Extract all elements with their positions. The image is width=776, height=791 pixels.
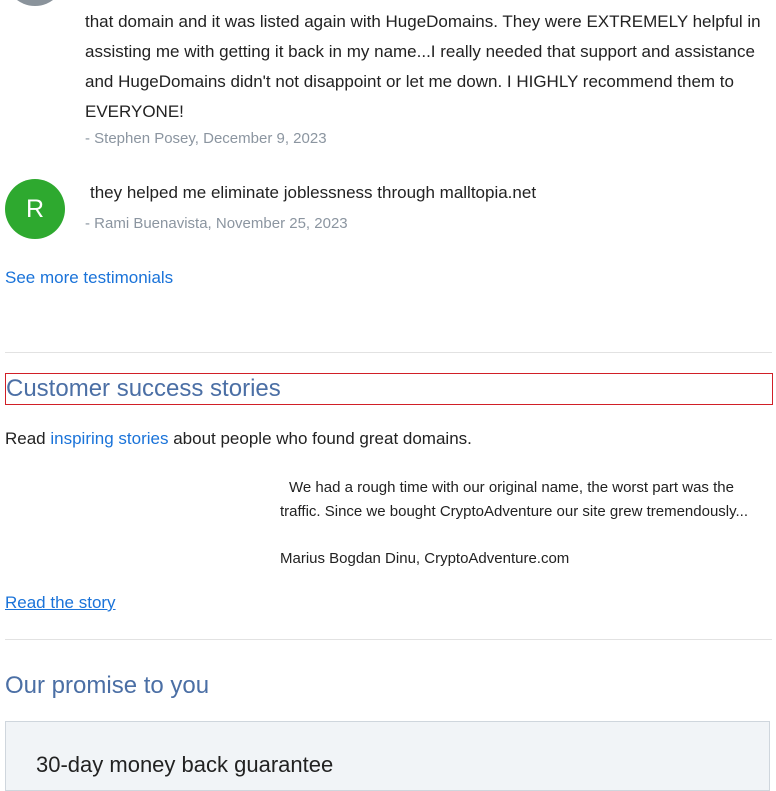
success-stories-heading: Customer success stories	[5, 373, 773, 405]
avatar: R	[5, 179, 65, 239]
quote-author: Marius Bogdan Dinu, CryptoAdventure.com	[280, 550, 570, 567]
guarantee-card: 30-day money back guarantee	[5, 721, 770, 791]
intro-suffix: about people who found great domains.	[168, 429, 472, 448]
promise-heading: Our promise to you	[5, 672, 210, 699]
testimonial-author: - Stephen Posey, December 9, 2023	[85, 130, 327, 147]
testimonial-text: that domain and it was listed again with…	[85, 12, 761, 121]
intro-prefix: Read	[5, 429, 51, 448]
success-quote: We had a rough time with our original na…	[280, 479, 749, 520]
guarantee-title: 30-day money back guarantee	[36, 752, 334, 777]
success-intro: Read inspiring stories about people who …	[5, 428, 472, 450]
testimonial-text: they helped me eliminate joblessness thr…	[90, 183, 537, 202]
testimonial-avatar-partial	[5, 0, 65, 6]
testimonial-author: - Rami Buenavista, November 25, 2023	[85, 215, 348, 232]
inspiring-stories-link[interactable]: inspiring stories	[50, 429, 168, 448]
section-divider	[5, 639, 772, 640]
see-more-testimonials-link[interactable]: See more testimonials	[5, 268, 173, 288]
section-divider	[5, 352, 772, 353]
read-story-link[interactable]: Read the story	[5, 593, 116, 613]
